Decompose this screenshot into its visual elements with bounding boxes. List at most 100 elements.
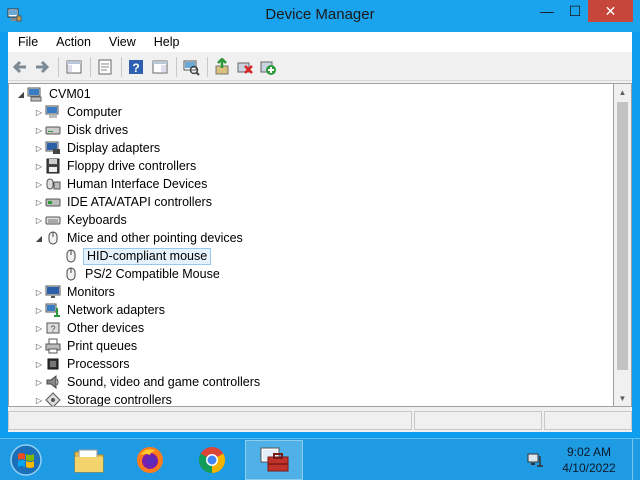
update-driver-icon[interactable]	[213, 58, 231, 76]
tree-item-mouse[interactable]: ◢ Mice and other pointing devices	[33, 229, 245, 247]
tree-item-label: Storage controllers	[67, 393, 172, 407]
computer-root-icon	[27, 87, 42, 102]
expand-arrow-icon[interactable]: ▷	[33, 139, 45, 157]
start-button-windows-icon[interactable]	[6, 443, 46, 477]
processor-icon	[47, 358, 59, 370]
storage-controller-icon	[45, 392, 61, 406]
maximize-button[interactable]: ☐	[561, 0, 589, 22]
tree-item-disk-drive[interactable]: ▷ Disk drives	[33, 121, 130, 139]
enable-device-icon[interactable]	[259, 58, 277, 76]
expand-arrow-icon[interactable]: ▷	[33, 211, 45, 229]
tree-item-hid[interactable]: ▷ Human Interface Devices	[33, 175, 209, 193]
tree-item-sound[interactable]: ▷ Sound, video and game controllers	[33, 373, 262, 391]
tree-item-floppy-controller[interactable]: ▷ Floppy drive controllers	[33, 157, 198, 175]
menu-view[interactable]: View	[100, 32, 145, 52]
expand-arrow-icon[interactable]: ▷	[33, 103, 45, 121]
help-icon[interactable]: ?	[127, 58, 145, 76]
printer-icon	[45, 338, 61, 354]
firefox-icon	[137, 447, 163, 473]
close-button[interactable]: ✕	[588, 0, 633, 22]
toolbar-separator	[90, 57, 91, 77]
scan-hardware-icon[interactable]	[182, 58, 200, 76]
taskbar-firefox[interactable]	[121, 440, 179, 480]
tree-item-keyboard[interactable]: ▷ Keyboards	[33, 211, 129, 229]
expand-arrow-icon[interactable]: ▷	[33, 175, 45, 193]
taskbar-chrome[interactable]	[183, 440, 241, 480]
title-bar[interactable]: Device Manager — ☐ ✕	[0, 0, 640, 32]
mouse-icon	[66, 267, 76, 281]
device-manager-window: Device Manager — ☐ ✕ File Action View He…	[0, 0, 640, 438]
taskbar-device-manager[interactable]	[245, 440, 303, 480]
keyboard-icon	[45, 216, 61, 225]
tree-child-hid-compliant-mouse[interactable]: HID-compliant mouse	[63, 247, 212, 265]
taskbar: 9:02 AM 4/10/2022	[0, 438, 640, 480]
toolbar-separator	[58, 57, 59, 77]
client-area: File Action View Help ? ◢ CVM01 ▷ Comput…	[8, 32, 632, 432]
tree-item-label: Sound, video and game controllers	[67, 375, 261, 389]
expand-arrow-icon[interactable]: ▷	[33, 157, 45, 175]
status-bar	[8, 409, 632, 432]
menu-action[interactable]: Action	[47, 32, 100, 52]
back-arrow-icon[interactable]	[11, 58, 29, 76]
chrome-icon	[198, 447, 226, 474]
show-desktop-button[interactable]	[632, 439, 640, 480]
toolbar-separator	[121, 57, 122, 77]
expand-arrow-icon[interactable]: ▷	[33, 301, 45, 319]
uninstall-device-icon[interactable]	[236, 58, 254, 76]
collapse-arrow-icon[interactable]: ◢	[33, 229, 45, 247]
minimize-button[interactable]: —	[533, 0, 561, 22]
menu-file[interactable]: File	[8, 32, 47, 52]
expand-arrow-icon[interactable]: ▷	[33, 319, 45, 337]
menu-help[interactable]: Help	[145, 32, 189, 52]
scroll-up-arrow-icon[interactable]: ▲	[614, 84, 631, 101]
expand-arrow-icon[interactable]: ▷	[33, 373, 45, 391]
tree-item-label: Human Interface Devices	[67, 177, 208, 191]
expand-arrow-icon[interactable]: ▷	[33, 391, 45, 406]
tree-item-label: IDE ATA/ATAPI controllers	[67, 195, 212, 209]
tree-child-ps2-compatible-mouse[interactable]: PS/2 Compatible Mouse	[63, 265, 222, 283]
tree-item-label: Floppy drive controllers	[67, 159, 197, 173]
scrollbar-thumb[interactable]	[617, 102, 628, 370]
tree-item-display-adapter[interactable]: ▷ Display adapters	[33, 139, 162, 157]
expand-arrow-icon[interactable]: ▷	[33, 121, 45, 139]
toolbar-separator	[176, 57, 177, 77]
tree-item-ide-controller[interactable]: ▷ IDE ATA/ATAPI controllers	[33, 193, 214, 211]
tree-item-label: Computer	[67, 105, 122, 119]
status-cell-3	[544, 411, 632, 430]
svg-text:?: ?	[132, 61, 139, 75]
sound-icon	[46, 374, 59, 390]
console-tree-icon[interactable]	[65, 58, 83, 76]
floppy-controller-icon	[46, 158, 60, 174]
tree-root[interactable]: ◢ CVM01	[15, 85, 93, 103]
properties-icon[interactable]	[96, 58, 114, 76]
tree-item-monitor[interactable]: ▷ Monitors	[33, 283, 117, 301]
tree-child-label: HID-compliant mouse	[83, 247, 212, 265]
taskbar-file-explorer[interactable]	[60, 440, 118, 480]
expand-arrow-icon[interactable]: ▷	[33, 337, 45, 355]
tree-item-label: Network adapters	[67, 303, 165, 317]
device-tree[interactable]: ◢ CVM01 ▷ Computer ▷ Disk drives ▷ Display ad…	[8, 83, 614, 407]
expand-arrow-icon[interactable]: ▷	[33, 355, 45, 373]
collapse-arrow-icon[interactable]: ◢	[15, 85, 27, 103]
tree-item-storage-controller[interactable]: ▷ Storage controllers	[33, 391, 174, 407]
tree-item-printer[interactable]: ▷ Print queues	[33, 337, 139, 355]
scroll-down-arrow-icon[interactable]: ▼	[614, 390, 631, 407]
tree-item-network-adapter[interactable]: ▷ Network adapters	[33, 301, 167, 319]
svg-text:?: ?	[50, 324, 55, 334]
tree-item-processor[interactable]: ▷ Processors	[33, 355, 132, 373]
mouse-icon	[66, 249, 76, 263]
system-clock[interactable]: 9:02 AM 4/10/2022	[556, 444, 622, 476]
device-manager-icon	[260, 447, 289, 472]
vertical-scrollbar[interactable]: ▲ ▼	[614, 83, 632, 407]
menu-bar: File Action View Help	[8, 32, 632, 52]
ide-controller-icon	[45, 198, 61, 207]
computer-icon	[45, 105, 59, 118]
forward-arrow-icon[interactable]	[33, 58, 51, 76]
expand-arrow-icon[interactable]: ▷	[33, 283, 45, 301]
tree-item-computer[interactable]: ▷ Computer	[33, 103, 124, 121]
action-pane-icon[interactable]	[151, 58, 169, 76]
tree-item-other-devices[interactable]: ▷? Other devices	[33, 319, 146, 337]
expand-arrow-icon[interactable]: ▷	[33, 193, 45, 211]
network-tray-icon[interactable]	[527, 452, 545, 468]
network-adapter-icon	[45, 303, 60, 317]
